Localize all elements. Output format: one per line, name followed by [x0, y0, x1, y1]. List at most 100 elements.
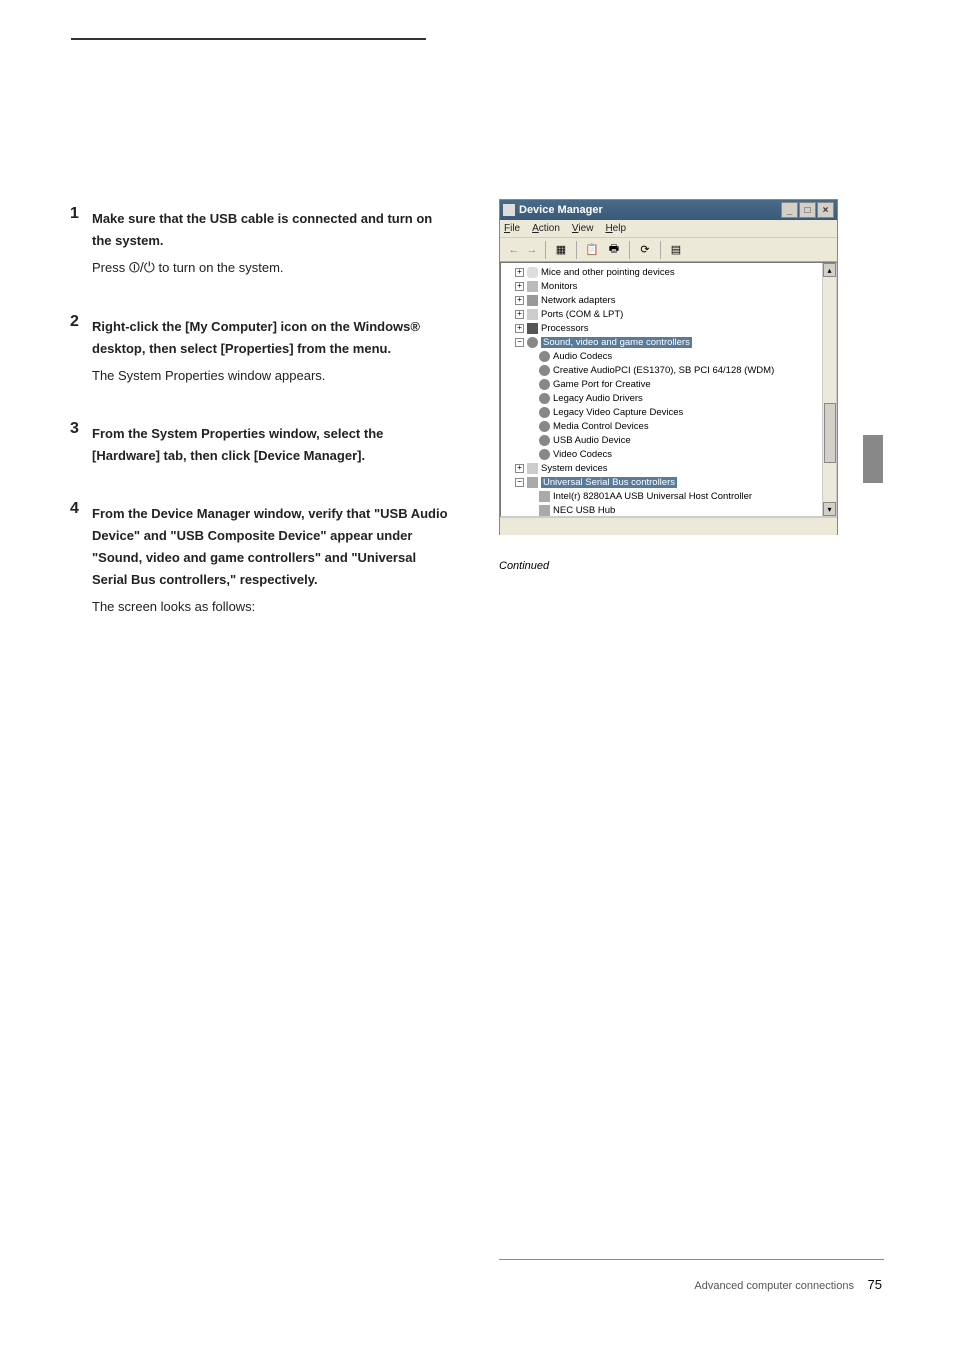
sound-icon: [539, 407, 550, 418]
network-icon: [527, 295, 538, 306]
toolbar-separator: [545, 241, 546, 259]
statusbar: [500, 517, 837, 535]
usb-icon: [527, 477, 538, 488]
device-tree[interactable]: + Mice and other pointing devices + Moni…: [500, 262, 837, 517]
tree-leaf[interactable]: Game Port for Creative: [503, 377, 834, 391]
tree-leaf[interactable]: NEC USB Hub: [503, 503, 834, 517]
toolbar-button[interactable]: ▦: [551, 240, 571, 260]
tree-node-ports[interactable]: + Ports (COM & LPT): [503, 307, 834, 321]
processor-icon: [527, 323, 538, 334]
step-title: Right-click the [My Computer] icon on th…: [92, 316, 450, 360]
step-title: From the Device Manager window, verify t…: [92, 503, 450, 591]
step-3: 3 From the System Properties window, sel…: [70, 415, 450, 467]
window-title: Device Manager: [519, 204, 603, 216]
tree-label: Legacy Video Capture Devices: [553, 407, 683, 418]
tree-node-usb[interactable]: − Universal Serial Bus controllers: [503, 475, 834, 489]
usb-icon: [539, 505, 550, 516]
tree-label: Media Control Devices: [553, 421, 649, 432]
expand-icon[interactable]: +: [515, 282, 524, 291]
sound-icon: [539, 449, 550, 460]
titlebar[interactable]: Device Manager _ □ ×: [500, 200, 837, 220]
scroll-thumb[interactable]: [824, 403, 836, 463]
menu-file[interactable]: File: [504, 223, 520, 234]
step-number: 1: [70, 200, 90, 227]
tree-label: Creative AudioPCI (ES1370), SB PCI 64/12…: [553, 365, 774, 376]
menubar: File Action View Help: [500, 220, 837, 238]
toolbar-separator: [576, 241, 577, 259]
refresh-button[interactable]: ⟳: [635, 240, 655, 260]
page-number: 75: [868, 1277, 882, 1292]
tree-node-processors[interactable]: + Processors: [503, 321, 834, 335]
device-manager-window: Device Manager _ □ × File Action View He…: [499, 199, 838, 535]
step-title: From the System Properties window, selec…: [92, 423, 450, 467]
toolbar-button[interactable]: ▤: [666, 240, 686, 260]
step-title: Make sure that the USB cable is connecte…: [92, 208, 450, 252]
tree-leaf[interactable]: Legacy Video Capture Devices: [503, 405, 834, 419]
tree-leaf[interactable]: Legacy Audio Drivers: [503, 391, 834, 405]
tree-label: Mice and other pointing devices: [541, 267, 675, 278]
step-subtext: Press ⏼/⏻ to turn on the system.: [92, 256, 450, 280]
menu-action[interactable]: Action: [532, 223, 560, 234]
monitor-icon: [527, 281, 538, 292]
footer-divider: [499, 1259, 884, 1260]
tree-node-sound[interactable]: − Sound, video and game controllers: [503, 335, 834, 349]
step-number: 4: [70, 495, 90, 522]
tree-label: System devices: [541, 463, 608, 474]
scroll-up-button[interactable]: ▴: [823, 263, 836, 277]
forward-button[interactable]: →: [524, 242, 540, 258]
tree-label: Video Codecs: [553, 449, 612, 460]
tree-label: USB Audio Device: [553, 435, 631, 446]
continued-text: Continued: [499, 560, 549, 572]
tree-leaf[interactable]: Media Control Devices: [503, 419, 834, 433]
collapse-icon[interactable]: −: [515, 478, 524, 487]
toolbar-separator: [629, 241, 630, 259]
step-4: 4 From the Device Manager window, verify…: [70, 495, 450, 618]
sound-icon: [539, 365, 550, 376]
tree-leaf[interactable]: Creative AudioPCI (ES1370), SB PCI 64/12…: [503, 363, 834, 377]
top-divider: [71, 38, 426, 40]
sound-icon: [527, 337, 538, 348]
maximize-button[interactable]: □: [799, 202, 816, 218]
expand-icon[interactable]: +: [515, 268, 524, 277]
step-1: 1 Make sure that the USB cable is connec…: [70, 200, 450, 280]
tree-node-mice[interactable]: + Mice and other pointing devices: [503, 265, 834, 279]
tree-leaf[interactable]: Video Codecs: [503, 447, 834, 461]
tree-label: Network adapters: [541, 295, 615, 306]
expand-icon[interactable]: +: [515, 296, 524, 305]
tree-label: Ports (COM & LPT): [541, 309, 623, 320]
titlebar-buttons: _ □ ×: [781, 202, 834, 218]
titlebar-title-area: Device Manager: [503, 204, 603, 216]
tree-node-system[interactable]: + System devices: [503, 461, 834, 475]
menu-view[interactable]: View: [572, 223, 594, 234]
collapse-icon[interactable]: −: [515, 338, 524, 347]
tree-label: Legacy Audio Drivers: [553, 393, 643, 404]
sound-icon: [539, 393, 550, 404]
footer-text: Advanced computer connections: [694, 1280, 854, 1292]
tree-label: Intel(r) 82801AA USB Universal Host Cont…: [553, 491, 752, 502]
power-icon: ⏼/⏻: [129, 259, 155, 275]
menu-help[interactable]: Help: [605, 223, 626, 234]
tree-label-highlighted: Universal Serial Bus controllers: [541, 477, 677, 488]
step-number: 3: [70, 415, 90, 442]
tree-label: Monitors: [541, 281, 577, 292]
tree-label-highlighted: Sound, video and game controllers: [541, 337, 692, 348]
scroll-down-button[interactable]: ▾: [823, 502, 836, 516]
sound-icon: [539, 435, 550, 446]
minimize-button[interactable]: _: [781, 202, 798, 218]
close-button[interactable]: ×: [817, 202, 834, 218]
tree-node-network[interactable]: + Network adapters: [503, 293, 834, 307]
tree-node-monitors[interactable]: + Monitors: [503, 279, 834, 293]
expand-icon[interactable]: +: [515, 310, 524, 319]
toolbar: ← → ▦ 📋 🖶 ⟳ ▤: [500, 238, 837, 262]
expand-icon[interactable]: +: [515, 464, 524, 473]
tree-leaf[interactable]: Intel(r) 82801AA USB Universal Host Cont…: [503, 489, 834, 503]
properties-button[interactable]: 📋: [582, 240, 602, 260]
expand-icon[interactable]: +: [515, 324, 524, 333]
print-button[interactable]: 🖶: [604, 240, 624, 260]
back-button[interactable]: ←: [506, 242, 522, 258]
tree-label: Processors: [541, 323, 589, 334]
tree-leaf[interactable]: Audio Codecs: [503, 349, 834, 363]
app-icon: [503, 204, 515, 216]
tree-leaf[interactable]: USB Audio Device: [503, 433, 834, 447]
vertical-scrollbar[interactable]: ▴ ▾: [822, 263, 836, 516]
